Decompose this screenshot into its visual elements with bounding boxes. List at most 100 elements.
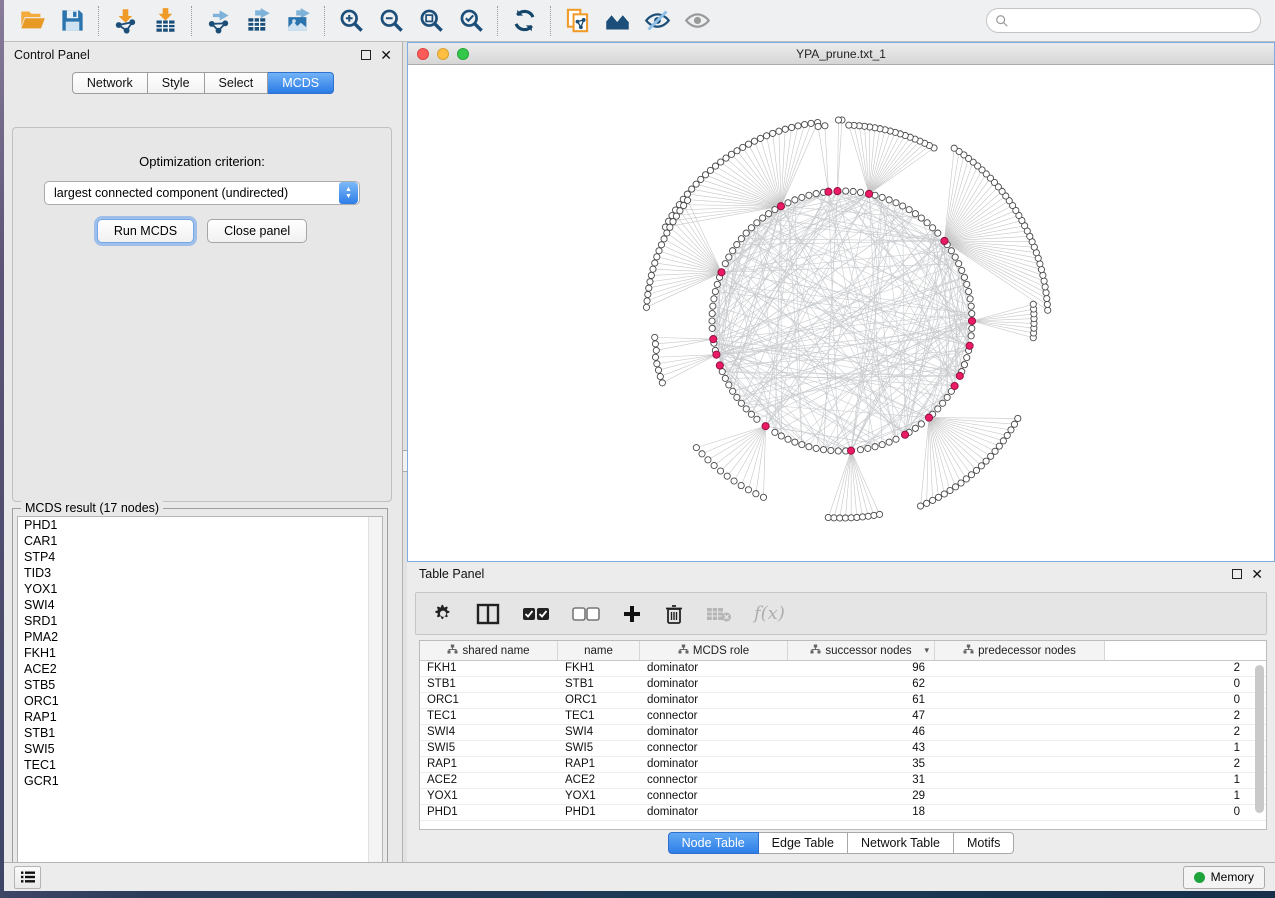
network-node[interactable] — [872, 444, 878, 450]
network-node[interactable] — [992, 448, 998, 454]
network-node[interactable] — [825, 514, 831, 520]
network-node[interactable] — [969, 325, 975, 331]
network-node[interactable] — [667, 224, 673, 230]
network-node[interactable] — [961, 362, 967, 368]
zoom-out-button[interactable] — [371, 3, 411, 39]
network-node[interactable] — [760, 494, 766, 500]
network-node[interactable] — [693, 181, 699, 187]
network-node[interactable] — [924, 220, 930, 226]
network-node[interactable] — [948, 248, 954, 254]
table-row[interactable]: STB1STB1dominator620 — [420, 677, 1266, 693]
network-node[interactable] — [935, 494, 941, 500]
network-node[interactable] — [865, 190, 872, 197]
network-node[interactable] — [968, 303, 974, 309]
mcds-list-scrollbar[interactable] — [368, 517, 382, 874]
network-node[interactable] — [693, 445, 699, 451]
network-node[interactable] — [879, 194, 885, 200]
network-node[interactable] — [930, 497, 936, 503]
mcds-result-item[interactable]: SWI5 — [18, 741, 382, 757]
network-node[interactable] — [900, 203, 906, 209]
network-node[interactable] — [650, 266, 656, 272]
network-node[interactable] — [906, 207, 912, 213]
close-panel-button[interactable]: Close panel — [207, 219, 307, 243]
network-node[interactable] — [772, 429, 778, 435]
network-node[interactable] — [648, 272, 654, 278]
network-node[interactable] — [813, 190, 819, 196]
network-node[interactable] — [712, 163, 718, 169]
network-node[interactable] — [734, 394, 740, 400]
mcds-result-item[interactable]: SRD1 — [18, 613, 382, 629]
table-row[interactable]: RAP1RAP1dominator352 — [420, 757, 1266, 773]
mcds-result-item[interactable]: CAR1 — [18, 533, 382, 549]
network-node[interactable] — [698, 176, 704, 182]
network-node[interactable] — [835, 117, 841, 123]
mcds-result-item[interactable]: STP4 — [18, 549, 382, 565]
table-row[interactable]: SWI4SWI4dominator462 — [420, 725, 1266, 741]
network-node[interactable] — [751, 138, 757, 144]
network-node[interactable] — [777, 203, 784, 210]
network-node[interactable] — [857, 447, 863, 453]
network-node[interactable] — [828, 447, 834, 453]
network-node[interactable] — [763, 133, 769, 139]
float-panel-icon[interactable] — [361, 50, 371, 60]
network-node[interactable] — [652, 341, 658, 347]
network-node[interactable] — [917, 503, 923, 509]
mcds-result-item[interactable]: PMA2 — [18, 629, 382, 645]
network-node[interactable] — [709, 318, 715, 324]
network-node[interactable] — [854, 514, 860, 520]
network-node[interactable] — [831, 515, 837, 521]
network-node[interactable] — [673, 213, 679, 219]
network-node[interactable] — [1040, 272, 1046, 278]
mcds-result-item[interactable]: SWI4 — [18, 597, 382, 613]
network-node[interactable] — [657, 373, 663, 379]
select-all-button[interactable] — [522, 599, 550, 629]
network-node[interactable] — [822, 123, 828, 129]
network-node[interactable] — [772, 207, 778, 213]
search-field[interactable] — [986, 8, 1261, 33]
close-panel-icon[interactable]: ✕ — [380, 50, 392, 60]
table-row[interactable]: TEC1TEC1connector472 — [420, 709, 1266, 725]
network-node[interactable] — [743, 230, 749, 236]
network-node[interactable] — [973, 467, 979, 473]
column-header-MCDS-role[interactable]: MCDS role — [640, 641, 788, 660]
import-table-button[interactable] — [145, 3, 185, 39]
export-table-button[interactable] — [238, 3, 278, 39]
network-node[interactable] — [726, 254, 732, 260]
network-node[interactable] — [944, 394, 950, 400]
network-node[interactable] — [930, 225, 936, 231]
network-node[interactable] — [718, 269, 725, 276]
export-network-button[interactable] — [198, 3, 238, 39]
mcds-result-item[interactable]: YOX1 — [18, 581, 382, 597]
network-node[interactable] — [712, 288, 718, 294]
network-node[interactable] — [871, 512, 877, 518]
network-node[interactable] — [847, 447, 854, 454]
zoom-fit-button[interactable] — [411, 3, 451, 39]
network-node[interactable] — [988, 453, 994, 459]
table-options-button[interactable] — [432, 599, 454, 629]
network-node[interactable] — [664, 230, 670, 236]
network-node[interactable] — [893, 200, 899, 206]
network-node[interactable] — [652, 334, 658, 340]
network-node[interactable] — [699, 451, 705, 457]
network-node[interactable] — [754, 220, 760, 226]
show-column-panel-button[interactable] — [476, 599, 500, 629]
network-node[interactable] — [825, 188, 832, 195]
table-row[interactable]: ORC1ORC1dominator610 — [420, 693, 1266, 709]
network-node[interactable] — [837, 515, 843, 521]
mcds-result-item[interactable]: STB5 — [18, 677, 382, 693]
network-titlebar[interactable]: YPA_prune.txt_1 — [408, 43, 1274, 65]
network-node[interactable] — [754, 416, 760, 422]
network-node[interactable] — [702, 172, 708, 178]
network-node[interactable] — [978, 463, 984, 469]
mcds-result-item[interactable]: GCR1 — [18, 773, 382, 789]
table-row[interactable]: PHD1PHD1dominator180 — [420, 805, 1266, 821]
network-node[interactable] — [996, 443, 1002, 449]
network-node[interactable] — [963, 476, 969, 482]
network-node[interactable] — [792, 197, 798, 203]
network-node[interactable] — [947, 487, 953, 493]
zoom-selected-button[interactable] — [451, 3, 491, 39]
network-node[interactable] — [717, 468, 723, 474]
network-node[interactable] — [730, 248, 736, 254]
network-node[interactable] — [724, 473, 730, 479]
run-mcds-button[interactable]: Run MCDS — [97, 219, 194, 243]
